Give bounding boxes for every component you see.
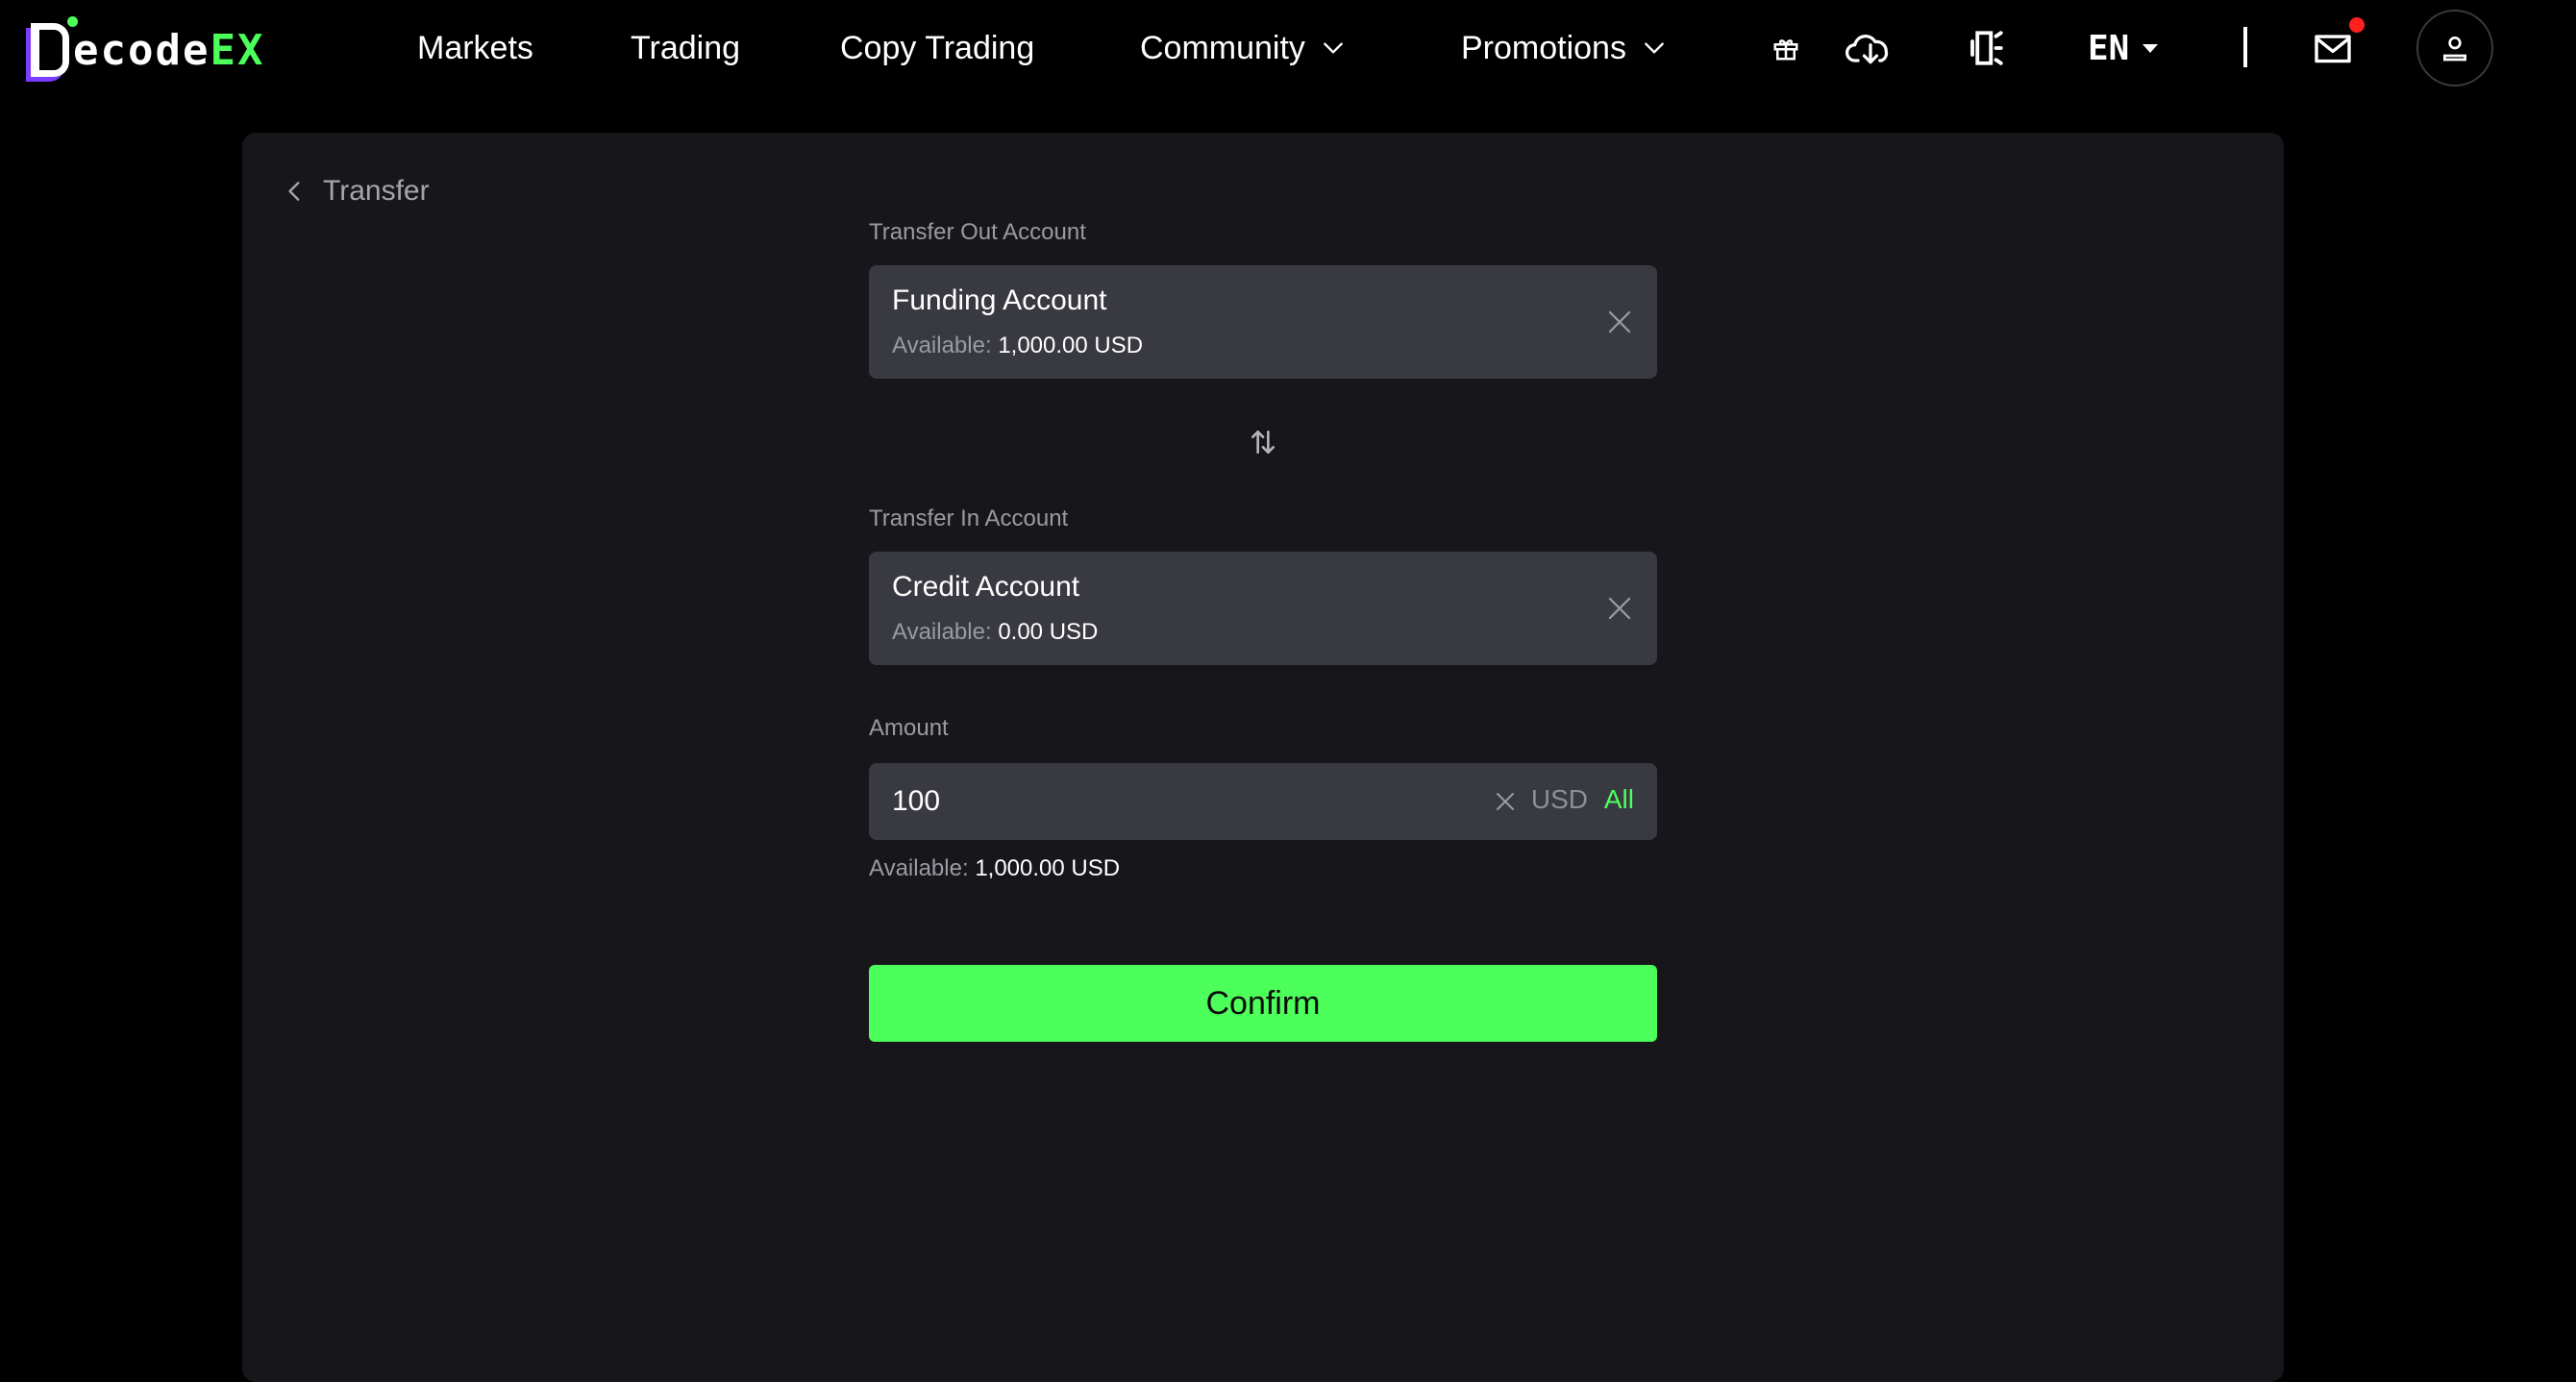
amount-input[interactable] bbox=[892, 777, 1430, 827]
amount-field: USD All bbox=[869, 763, 1657, 840]
nav-copy-trading[interactable]: Copy Trading bbox=[840, 27, 1034, 69]
transfer-in-account-select[interactable]: Credit Account Available: 0.00 USD bbox=[869, 552, 1657, 665]
language-label: EN bbox=[2088, 28, 2130, 68]
available-label: Available: bbox=[892, 333, 992, 358]
logo-text-green: EX bbox=[210, 25, 265, 75]
transfer-out-available: Available: 1,000.00 USD bbox=[892, 333, 1143, 359]
decodeex-logo[interactable]: ecode EX bbox=[31, 16, 265, 79]
nav-trading-label: Trading bbox=[631, 29, 741, 66]
confirm-button[interactable]: Confirm bbox=[869, 965, 1657, 1042]
amount-unit: USD bbox=[1530, 784, 1588, 814]
back-button[interactable]: Transfer bbox=[283, 171, 430, 211]
nav-markets-label: Markets bbox=[417, 29, 533, 66]
cloud-download-icon[interactable] bbox=[1844, 23, 1897, 73]
logo-text-white: ecode bbox=[73, 25, 211, 75]
amount-available: Available: 1,000.00 USD bbox=[869, 855, 1120, 882]
logo-dot bbox=[67, 16, 78, 27]
page-title: Transfer bbox=[323, 175, 430, 207]
nav-copy-trading-label: Copy Trading bbox=[840, 29, 1035, 66]
nav-trading[interactable]: Trading bbox=[631, 27, 740, 69]
all-button[interactable]: All bbox=[1604, 784, 1634, 815]
nav-promotions[interactable]: Promotions bbox=[1461, 27, 1667, 69]
close-icon[interactable] bbox=[1605, 594, 1634, 623]
swap-arrows-icon[interactable] bbox=[1248, 427, 1278, 457]
chevron-down-icon bbox=[1645, 42, 1664, 54]
header-divider bbox=[2243, 27, 2247, 67]
mail-icon[interactable] bbox=[2311, 23, 2355, 73]
available-label: Available: bbox=[869, 855, 969, 881]
chevron-down-icon bbox=[1324, 42, 1343, 54]
caret-down-icon bbox=[2143, 43, 2159, 53]
transfer-in-label: Transfer In Account bbox=[869, 506, 1069, 531]
transfer-out-account-select[interactable]: Funding Account Available: 1,000.00 USD bbox=[869, 265, 1657, 379]
nav-markets[interactable]: Markets bbox=[417, 27, 533, 69]
available-label: Available: bbox=[892, 619, 992, 645]
transfer-out-label: Transfer Out Account bbox=[869, 219, 1086, 245]
top-header: ecode EX Markets Trading Copy Trading Com… bbox=[0, 0, 2576, 96]
available-value: 1,000.00 USD bbox=[975, 855, 1121, 881]
clear-icon[interactable] bbox=[1494, 790, 1517, 813]
notification-badge bbox=[2349, 17, 2365, 33]
user-avatar[interactable] bbox=[2416, 10, 2493, 86]
chevron-left-icon bbox=[288, 182, 300, 201]
transfer-in-available: Available: 0.00 USD bbox=[892, 619, 1098, 646]
amount-label: Amount bbox=[869, 715, 949, 741]
logo-d-mark bbox=[31, 16, 78, 77]
transfer-panel: Transfer Transfer Out Account Funding Ac… bbox=[242, 133, 2284, 1382]
nav-promotions-label: Promotions bbox=[1461, 29, 1626, 66]
available-value: 0.00 USD bbox=[998, 619, 1099, 645]
nav-community[interactable]: Community bbox=[1140, 27, 1346, 69]
close-icon[interactable] bbox=[1605, 308, 1634, 336]
gift-icon[interactable] bbox=[1769, 23, 1803, 73]
transfer-in-account-name: Credit Account bbox=[892, 571, 1080, 603]
nav-community-label: Community bbox=[1140, 29, 1305, 66]
user-icon bbox=[2443, 37, 2466, 62]
language-selector[interactable]: EN bbox=[2088, 25, 2159, 71]
transfer-out-account-name: Funding Account bbox=[892, 284, 1107, 316]
mobile-app-icon[interactable] bbox=[1965, 23, 2007, 73]
available-value: 1,000.00 USD bbox=[998, 333, 1144, 358]
